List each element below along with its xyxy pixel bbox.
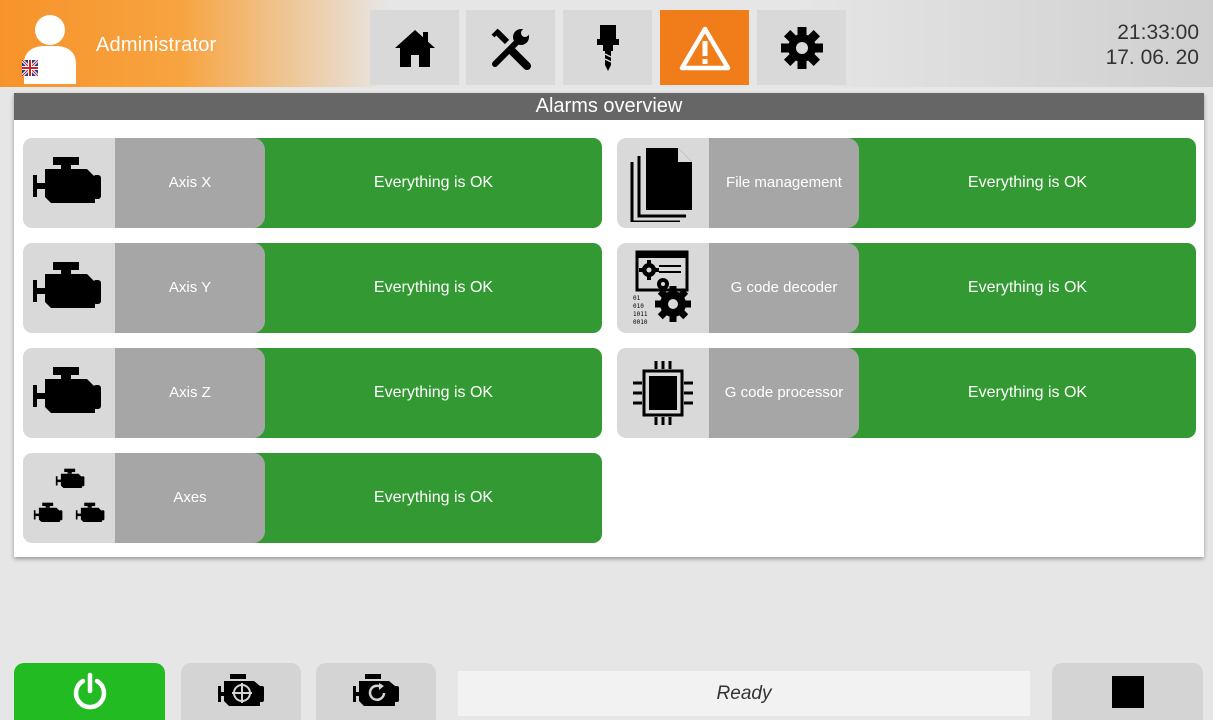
nav-alarms-button[interactable]: [660, 10, 749, 85]
alarms-panel: Alarms overview Axis X Everything is OK: [14, 93, 1204, 557]
motor-icon: [33, 157, 101, 203]
home-icon: [394, 29, 435, 67]
alarm-status: Everything is OK: [847, 138, 1196, 228]
clock-date: 17. 06. 20: [1105, 46, 1199, 69]
motor-home-icon: [218, 673, 264, 706]
top-bar: Administrator 21:33:00 17. 06. 20: [0, 0, 1213, 87]
motor-icon: [33, 367, 101, 413]
cpu-chip-icon: [633, 361, 693, 425]
alarm-name: Axis Z: [115, 348, 265, 438]
spindle-icon: [596, 24, 619, 71]
warning-icon: [679, 26, 730, 70]
motor-home-button[interactable]: [181, 663, 301, 720]
motor-reset-button[interactable]: [316, 663, 436, 720]
alarm-name: Axis Y: [115, 243, 265, 333]
motors-group-icon: [33, 468, 105, 522]
machine-status-field: Ready: [458, 671, 1030, 716]
svg-text:0010: 0010: [633, 319, 648, 326]
clock: 21:33:00 17. 06. 20: [1106, 20, 1199, 70]
alarm-status: Everything is OK: [847, 243, 1196, 333]
alarm-row-axis-z[interactable]: Axis Z Everything is OK: [23, 348, 602, 438]
motor-reset-icon: [353, 673, 399, 706]
power-icon: [73, 672, 106, 709]
clock-time: 21:33:00: [1117, 21, 1199, 44]
alarm-status: Everything is OK: [253, 138, 602, 228]
user-name: Administrator: [96, 34, 217, 56]
panel-title: Alarms overview: [14, 93, 1204, 120]
svg-text:01: 01: [633, 295, 641, 302]
nav-settings-button[interactable]: [757, 10, 846, 85]
svg-text:1011: 1011: [633, 311, 648, 318]
alarm-row-axes[interactable]: Axes Everything is OK: [23, 453, 602, 543]
alarm-row-g-code-processor[interactable]: G code processor Everything is OK: [617, 348, 1196, 438]
user-panel[interactable]: Administrator: [14, 0, 354, 87]
nav-home-button[interactable]: [370, 10, 459, 85]
alarm-status: Everything is OK: [253, 243, 602, 333]
alarm-row-file-management[interactable]: File management Everything is OK: [617, 138, 1196, 228]
alarm-name: Axes: [115, 453, 265, 543]
tools-icon: [491, 28, 531, 70]
stop-button[interactable]: [1052, 663, 1203, 720]
uk-flag-icon[interactable]: [22, 60, 38, 76]
alarm-name: File management: [709, 138, 859, 228]
svg-text:010: 010: [633, 303, 644, 310]
alarm-row-g-code-decoder[interactable]: 01 010 1011 0010 G code decoder Everythi…: [617, 243, 1196, 333]
gear-icon: [780, 26, 823, 69]
alarm-status: Everything is OK: [847, 348, 1196, 438]
alarm-row-axis-x[interactable]: Axis X Everything is OK: [23, 138, 602, 228]
nav-tools-button[interactable]: [466, 10, 555, 85]
alarm-name: Axis X: [115, 138, 265, 228]
power-button[interactable]: [14, 663, 165, 720]
alarm-status: Everything is OK: [253, 348, 602, 438]
motor-icon: [33, 262, 101, 308]
nav-spindle-button[interactable]: [563, 10, 652, 85]
alarm-name: G code processor: [709, 348, 859, 438]
alarm-name: G code decoder: [709, 243, 859, 333]
alarm-status: Everything is OK: [253, 453, 602, 543]
stop-icon: [1111, 675, 1144, 708]
alarm-row-axis-y[interactable]: Axis Y Everything is OK: [23, 243, 602, 333]
documents-icon: [630, 148, 692, 222]
gcode-decoder-icon: 01 010 1011 0010: [633, 250, 691, 326]
